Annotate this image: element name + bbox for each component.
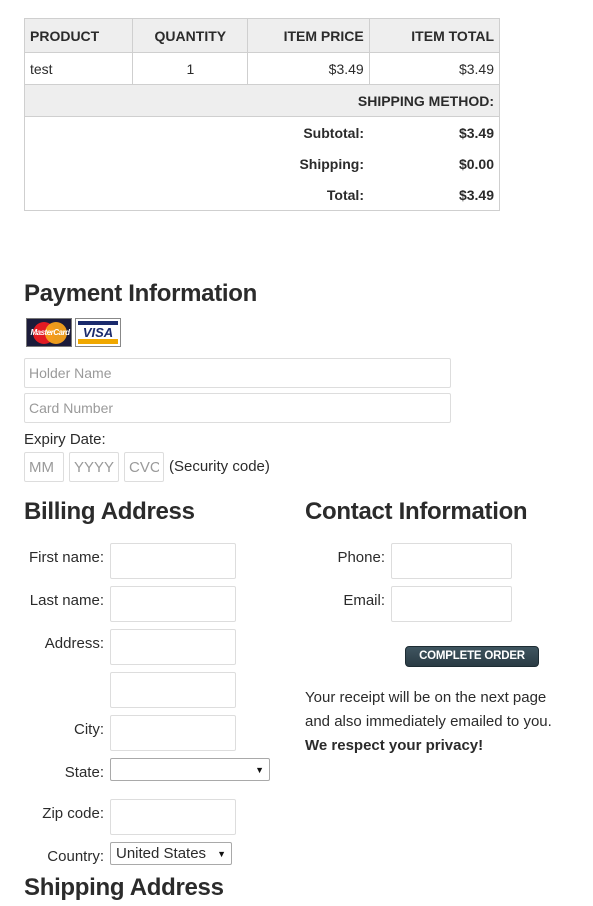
cell-product: test: [23, 52, 134, 85]
receipt-note: Your receipt will be on the next page an…: [305, 686, 585, 758]
table-row: test 1 $3.49 $3.49: [23, 52, 501, 85]
chevron-down-icon: ▼: [255, 764, 264, 775]
expiry-month-input[interactable]: [24, 452, 64, 482]
zip-code-input[interactable]: [110, 799, 236, 835]
state-select[interactable]: ▼: [110, 758, 270, 781]
holder-name-input[interactable]: [24, 358, 451, 388]
card-logos: MasterCard VISA: [26, 318, 121, 347]
shipping-label: Shipping:: [299, 155, 364, 172]
email-input[interactable]: [391, 586, 512, 622]
order-table-header: PRODUCT QUANTITY ITEM PRICE ITEM TOTAL: [23, 18, 501, 53]
shipping-method-row: SHIPPING METHOD:: [24, 84, 500, 117]
zip-code-label: Zip code:: [42, 805, 104, 822]
cvc-input[interactable]: [124, 452, 164, 482]
first-name-label: First name:: [28, 549, 104, 566]
header-item-price: ITEM PRICE: [247, 18, 370, 53]
shipping-method-label: SHIPPING METHOD:: [24, 84, 500, 117]
total-label: Total:: [326, 186, 364, 203]
city-label: City:: [74, 721, 104, 738]
shipping-value: $0.00: [458, 155, 494, 172]
country-label: Country:: [47, 848, 104, 865]
shipping-line: Shipping: $0.00: [25, 148, 499, 179]
card-number-input[interactable]: [24, 393, 451, 423]
country-select[interactable]: United States ▼: [110, 842, 232, 865]
receipt-line-1: Your receipt will be on the next page: [305, 689, 547, 706]
state-label: State:: [64, 764, 104, 781]
payment-title: Payment Information: [24, 280, 257, 307]
billing-title: Billing Address: [24, 498, 195, 525]
address-label: Address:: [44, 635, 104, 652]
first-name-input[interactable]: [110, 543, 236, 579]
order-table: PRODUCT QUANTITY ITEM PRICE ITEM TOTAL t…: [23, 18, 501, 211]
header-item-total: ITEM TOTAL: [368, 18, 501, 53]
cell-item-total: $3.49: [368, 52, 501, 85]
security-code-note: (Security code): [169, 458, 270, 475]
subtotal-line: Subtotal: $3.49: [25, 117, 499, 148]
chevron-down-icon: ▼: [217, 848, 226, 859]
city-input[interactable]: [110, 715, 236, 751]
complete-order-button[interactable]: COMPLETE ORDER: [405, 646, 539, 667]
last-name-label: Last name:: [29, 592, 104, 609]
total-value: $3.49: [458, 186, 494, 203]
total-line: Total: $3.49: [25, 179, 499, 210]
expiry-date-label: Expiry Date:: [24, 431, 106, 448]
header-product: PRODUCT: [23, 18, 134, 53]
last-name-input[interactable]: [110, 586, 236, 622]
visa-text: VISA: [82, 325, 114, 340]
order-summary-row: Subtotal: $3.49 Shipping: $0.00 Total: $…: [24, 116, 500, 211]
shipping-title: Shipping Address: [24, 874, 224, 901]
phone-input[interactable]: [391, 543, 512, 579]
mastercard-icon: MasterCard: [26, 318, 72, 347]
phone-label: Phone:: [337, 549, 385, 566]
address-line1-input[interactable]: [110, 629, 236, 665]
contact-title: Contact Information: [305, 498, 528, 525]
header-quantity: QUANTITY: [132, 18, 249, 53]
privacy-note: We respect your privacy!: [305, 737, 484, 754]
country-select-value: United States: [116, 845, 207, 862]
order-summary: Subtotal: $3.49 Shipping: $0.00 Total: $…: [24, 116, 500, 211]
cell-item-price: $3.49: [247, 52, 370, 85]
subtotal-label: Subtotal:: [303, 124, 364, 141]
mastercard-text: MasterCard: [30, 328, 70, 337]
expiry-year-input[interactable]: [69, 452, 119, 482]
cell-quantity: 1: [132, 52, 249, 85]
visa-icon: VISA: [75, 318, 121, 347]
email-label: Email:: [343, 592, 385, 609]
subtotal-value: $3.49: [458, 124, 494, 141]
receipt-line-2: and also immediately emailed to you.: [305, 713, 552, 730]
address-line2-input[interactable]: [110, 672, 236, 708]
